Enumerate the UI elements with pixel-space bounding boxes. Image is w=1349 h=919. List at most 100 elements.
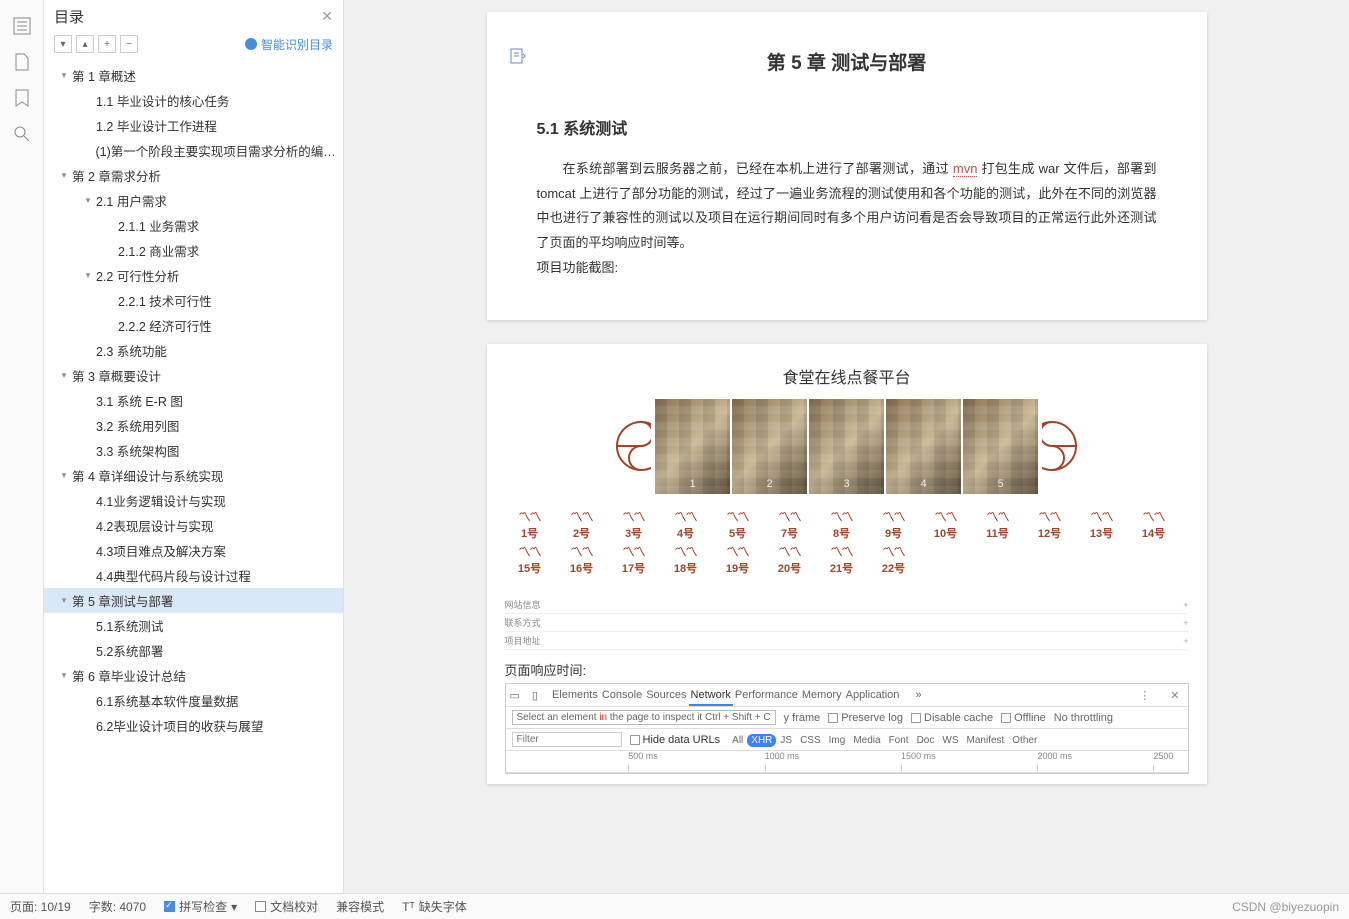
search-icon[interactable] xyxy=(8,120,36,148)
toc-item[interactable]: 6.1系统基本软件度量数据 xyxy=(44,688,343,713)
filter-type[interactable]: Img xyxy=(825,734,850,747)
collapse-all-button[interactable]: ▾ xyxy=(54,35,72,53)
table-cell[interactable]: 〽〽9号 xyxy=(877,508,911,541)
devtools-tab[interactable]: Memory xyxy=(800,686,844,704)
filter-type[interactable]: Other xyxy=(1008,734,1041,747)
toc-item[interactable]: 4.3项目难点及解决方案 xyxy=(44,538,343,563)
offline-checkbox[interactable]: Offline xyxy=(1001,712,1046,724)
carousel-image[interactable]: 5 xyxy=(963,399,1038,494)
table-cell[interactable]: 〽〽2号 xyxy=(565,508,599,541)
toc-item[interactable]: ▾2.1 用户需求 xyxy=(44,188,343,213)
table-cell[interactable]: 〽〽18号 xyxy=(669,543,703,576)
toc-item[interactable]: 4.1业务逻辑设计与实现 xyxy=(44,488,343,513)
table-cell[interactable]: 〽〽5号 xyxy=(721,508,755,541)
toc-item[interactable]: 2.3 系统功能 xyxy=(44,338,343,363)
filter-type[interactable]: All xyxy=(728,734,747,747)
add-button[interactable]: + xyxy=(98,35,116,53)
table-cell[interactable]: 〽〽21号 xyxy=(825,543,859,576)
toc-item[interactable]: ▾第 6 章毕业设计总结 xyxy=(44,663,343,688)
carousel-image[interactable]: 1 xyxy=(655,399,730,494)
carousel-image[interactable]: 2 xyxy=(732,399,807,494)
toc-item[interactable]: ▾2.2 可行性分析 xyxy=(44,263,343,288)
devtools-tab[interactable]: Elements xyxy=(550,686,600,704)
filter-type[interactable]: XHR xyxy=(747,734,776,747)
footer-link-row[interactable]: 项目地址+ xyxy=(505,632,1189,650)
inspect-icon[interactable]: ▭ xyxy=(510,689,520,702)
spelling-error[interactable]: mvn xyxy=(953,161,978,177)
footer-link-row[interactable]: 联系方式+ xyxy=(505,614,1189,632)
file-icon[interactable] xyxy=(8,48,36,76)
toc-item[interactable]: 3.3 系统架构图 xyxy=(44,438,343,463)
remove-button[interactable]: − xyxy=(120,35,138,53)
filter-type[interactable]: Doc xyxy=(913,734,939,747)
toc-item[interactable]: 3.1 系统 E-R 图 xyxy=(44,388,343,413)
carousel-image[interactable]: 4 xyxy=(886,399,961,494)
word-count[interactable]: 字数: 4070 xyxy=(89,898,146,915)
disable-cache-checkbox[interactable]: Disable cache xyxy=(911,712,993,724)
table-cell[interactable]: 〽〽14号 xyxy=(1137,508,1171,541)
toc-item[interactable]: 4.4典型代码片段与设计过程 xyxy=(44,563,343,588)
filter-type[interactable]: CSS xyxy=(796,734,825,747)
filter-type[interactable]: JS xyxy=(776,734,796,747)
toc-item[interactable]: 3.2 系统用列图 xyxy=(44,413,343,438)
filter-input[interactable] xyxy=(512,732,622,747)
toc-item[interactable]: ▾第 3 章概要设计 xyxy=(44,363,343,388)
table-cell[interactable]: 〽〽3号 xyxy=(617,508,651,541)
toc-item[interactable]: ▾第 1 章概述 xyxy=(44,63,343,88)
table-cell[interactable]: 〽〽15号 xyxy=(513,543,547,576)
throttle-select[interactable]: No throttling xyxy=(1054,712,1113,724)
toc-item[interactable]: 5.1系统测试 xyxy=(44,613,343,638)
carousel-image[interactable]: 3 xyxy=(809,399,884,494)
device-icon[interactable]: ▯ xyxy=(532,689,538,702)
toc-item[interactable]: 1.1 毕业设计的核心任务 xyxy=(44,88,343,113)
table-cell[interactable]: 〽〽7号 xyxy=(773,508,807,541)
toc-item[interactable]: 2.2.1 技术可行性 xyxy=(44,288,343,313)
devtools-tab[interactable]: Performance xyxy=(733,686,800,704)
devtools-tab[interactable]: Console xyxy=(600,686,644,704)
footer-link-row[interactable]: 网站信息+ xyxy=(505,596,1189,614)
spellcheck-toggle[interactable]: 拼写检查 ▾ xyxy=(164,898,237,915)
smart-toc-link[interactable]: 智能识别目录 xyxy=(245,36,333,53)
toc-item[interactable]: 5.2系统部署 xyxy=(44,638,343,663)
close-icon[interactable]: ✕ xyxy=(321,8,333,25)
toc-item[interactable]: ▾第 4 章详细设计与系统实现 xyxy=(44,463,343,488)
document-viewport[interactable]: 第 5 章 测试与部署 5.1 系统测试 在系统部署到云服务器之前，已经在本机上… xyxy=(344,0,1349,893)
filter-type[interactable]: Media xyxy=(849,734,884,747)
table-cell[interactable]: 〽〽16号 xyxy=(565,543,599,576)
table-cell[interactable]: 〽〽11号 xyxy=(981,508,1015,541)
devtools-tab[interactable]: Sources xyxy=(644,686,688,704)
filter-type[interactable]: Manifest xyxy=(962,734,1008,747)
preserve-log-checkbox[interactable]: Preserve log xyxy=(828,712,903,724)
timeline[interactable]: 500 ms1000 ms1500 ms2000 ms2500 xyxy=(506,751,1188,773)
page-indicator[interactable]: 页面: 10/19 xyxy=(10,898,71,915)
table-cell[interactable]: 〽〽19号 xyxy=(721,543,755,576)
hide-data-urls-checkbox[interactable]: Hide data URLs xyxy=(630,734,721,746)
table-cell[interactable]: 〽〽17号 xyxy=(617,543,651,576)
table-cell[interactable]: 〽〽10号 xyxy=(929,508,963,541)
devtools-menu-icon[interactable]: ⋮ xyxy=(1135,689,1154,702)
devtools-close-icon[interactable]: ✕ xyxy=(1166,689,1183,702)
devtools-tab[interactable]: Application xyxy=(844,686,902,704)
table-cell[interactable]: 〽〽22号 xyxy=(877,543,911,576)
toc-item[interactable]: 6.2毕业设计项目的收获与展望 xyxy=(44,713,343,738)
toc-item[interactable]: 1.2 毕业设计工作进程 xyxy=(44,113,343,138)
toc-item[interactable]: ▾第 2 章需求分析 xyxy=(44,163,343,188)
missing-font-button[interactable]: Tᵀ 缺失字体 xyxy=(402,898,467,915)
toc-item[interactable]: 2.1.2 商业需求 xyxy=(44,238,343,263)
toc-item[interactable]: 2.1.1 业务需求 xyxy=(44,213,343,238)
page-icon[interactable] xyxy=(509,48,527,66)
toc-item[interactable]: (1)第一个阶段主要实现项目需求分析的编写 ... xyxy=(44,138,343,163)
outline-icon[interactable] xyxy=(8,12,36,40)
compat-mode[interactable]: 兼容模式 xyxy=(336,898,384,915)
toc-item[interactable]: 2.2.2 经济可行性 xyxy=(44,313,343,338)
table-cell[interactable]: 〽〽12号 xyxy=(1033,508,1067,541)
table-cell[interactable]: 〽〽1号 xyxy=(513,508,547,541)
tab-more[interactable]: » xyxy=(913,686,923,704)
table-cell[interactable]: 〽〽4号 xyxy=(669,508,703,541)
table-cell[interactable]: 〽〽13号 xyxy=(1085,508,1119,541)
table-cell[interactable]: 〽〽8号 xyxy=(825,508,859,541)
proofread-button[interactable]: 文档校对 xyxy=(255,898,318,915)
devtools-tab[interactable]: Network xyxy=(689,686,733,706)
filter-type[interactable]: Font xyxy=(885,734,913,747)
expand-all-button[interactable]: ▴ xyxy=(76,35,94,53)
